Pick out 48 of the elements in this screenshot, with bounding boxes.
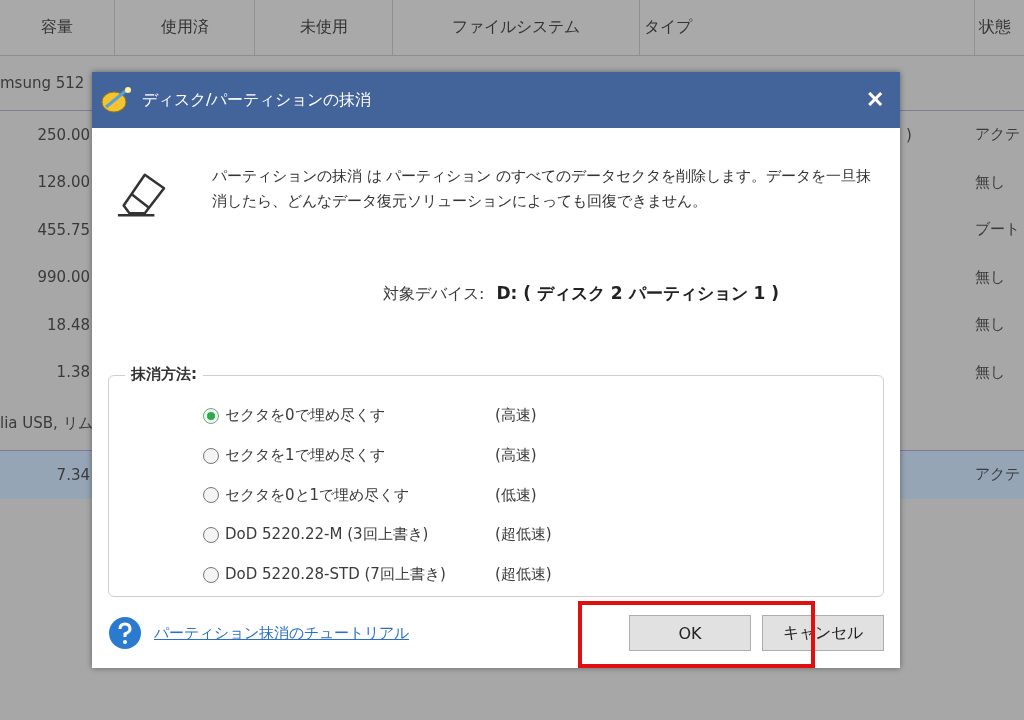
option-label[interactable]: セクタを1で埋め尽くす xyxy=(225,446,495,466)
disk-label: msung 512 xyxy=(0,74,85,92)
option-label[interactable]: セクタを0で埋め尽くす xyxy=(225,406,495,426)
option-label[interactable]: DoD 5220.28-STD (7回上書き) xyxy=(225,565,495,585)
table-cell: ) xyxy=(906,125,912,144)
tutorial-link[interactable]: パーティション抹消のチュートリアル xyxy=(154,623,409,643)
table-cell: 128.00 xyxy=(37,173,90,192)
column-header[interactable]: 使用済 xyxy=(115,0,255,55)
speed-label: (低速) xyxy=(495,485,537,505)
table-cell: 455.75 xyxy=(37,220,90,239)
table-cell: 無し xyxy=(975,267,1005,286)
table-cell: ブート xyxy=(975,220,1020,239)
speed-label: (超低速) xyxy=(495,565,552,585)
radio-button[interactable] xyxy=(203,407,219,424)
table-cell: 無し xyxy=(975,315,1005,334)
table-cell: 990.00 xyxy=(37,268,90,287)
column-header[interactable]: 状態 xyxy=(975,0,1024,55)
column-header[interactable]: ファイルシステム xyxy=(393,0,640,55)
radio-button[interactable] xyxy=(203,487,219,504)
table-cell: 7.34 xyxy=(56,465,90,484)
target-value: D: ( ディスク 2 パーティション 1 ) xyxy=(496,282,779,305)
close-button[interactable]: ✕ xyxy=(862,87,888,113)
table-cell: 無し xyxy=(975,362,1005,381)
radio-button[interactable] xyxy=(203,526,219,543)
table-cell: 18.48 xyxy=(47,315,90,334)
disk-label: lia USB, リム xyxy=(0,413,93,433)
column-header[interactable]: 未使用 xyxy=(255,0,393,55)
table-cell: アクテ xyxy=(975,465,1020,484)
table-cell: 無し xyxy=(975,172,1005,191)
column-header[interactable]: タイプ xyxy=(640,0,975,55)
table-cell: 1.38 xyxy=(56,363,90,382)
option-label[interactable]: セクタを0と1で埋め尽くす xyxy=(225,485,495,505)
group-title: 抹消方法: xyxy=(125,365,203,384)
description: パーティションの抹消 は パーティション のすべてのデータセクタを削除します。データを一旦抹消したら、どんなデータ復元ソリューションによっても回復できません。 xyxy=(211,166,873,212)
wand-icon xyxy=(100,85,134,115)
ok-button[interactable]: OK xyxy=(629,615,751,651)
column-header[interactable]: 容量 xyxy=(0,0,115,55)
window-title: ディスク/パーティションの抹消 xyxy=(142,89,372,111)
option-label[interactable]: DoD 5220.22-M (3回上書き) xyxy=(225,525,495,545)
speed-label: (高速) xyxy=(495,406,537,426)
target-label: 対象デバイス: xyxy=(383,284,485,305)
help-icon[interactable] xyxy=(108,616,142,650)
table-cell: 250.00 xyxy=(37,125,90,144)
speed-label: (高速) xyxy=(495,446,537,466)
radio-button[interactable] xyxy=(203,566,219,583)
radio-button[interactable] xyxy=(203,447,219,464)
table-cell: アクテ xyxy=(975,125,1020,144)
speed-label: (超低速) xyxy=(495,525,552,545)
